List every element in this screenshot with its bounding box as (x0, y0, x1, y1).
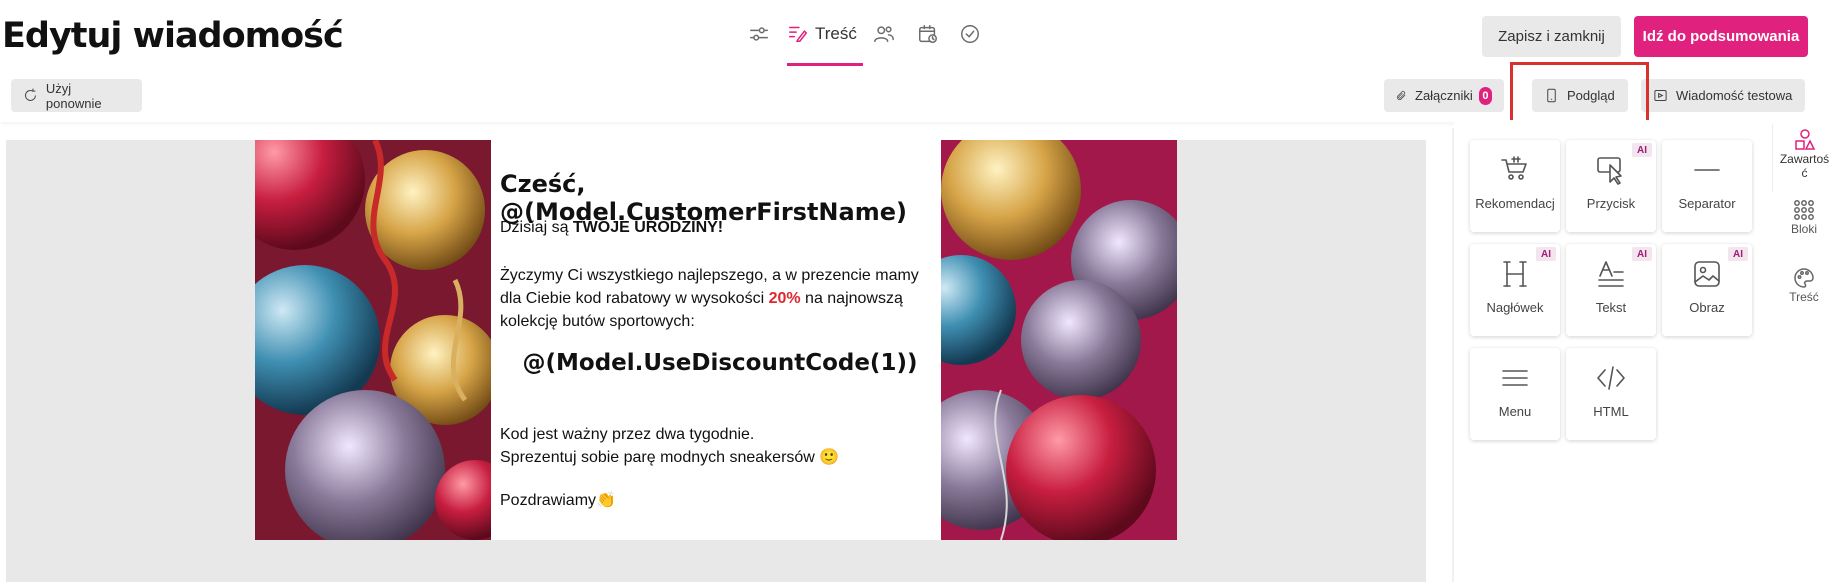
gift-line: Sprezentuj sobie parę modnych sneakersów… (500, 449, 840, 466)
block-tile-label: Obraz (1689, 300, 1725, 315)
edit-content-icon (789, 26, 808, 42)
sidenav-content-label-1: Zawartoś (1779, 152, 1830, 166)
wish-paragraph: Życzymy Ci wszystkiego najlepszego, a w … (500, 264, 940, 333)
sidenav-item-blocks[interactable]: Bloki (1772, 198, 1836, 248)
preview-highlight-box (1510, 62, 1649, 125)
palette-icon (1794, 268, 1814, 288)
ai-badge: AI (1536, 247, 1556, 261)
sidenav-style-label: Treść (1789, 290, 1819, 304)
paperclip-icon (1397, 91, 1406, 100)
cursor-icon (1597, 157, 1622, 185)
code-icon (1597, 366, 1625, 390)
block-tile-1[interactable]: Rekomendacj (1470, 140, 1560, 232)
email-preview[interactable]: Cześć, @(Model.CustomerFirstName) Dzisia… (255, 140, 1177, 540)
block-tile-label: Tekst (1595, 300, 1627, 315)
block-tile-label: Rekomendacj (1475, 196, 1555, 211)
test-send-icon (1654, 90, 1667, 101)
summary-step-icon[interactable] (956, 20, 984, 48)
wish-line-2-prefix: dla Ciebie kod rabatowy w wysokości (500, 290, 769, 307)
heading-icon (1503, 261, 1527, 287)
closing-line: Pozdrawiamy👏 (500, 492, 616, 509)
attachments-label: Załączniki (1415, 88, 1473, 103)
refresh-icon (25, 88, 36, 101)
block-tile-3[interactable]: Separator (1662, 140, 1752, 232)
blocks-panel: Rekomendacj Przycisk AI Separator Nagłówek AI… (1454, 120, 1772, 582)
tab-content-label: Treść (815, 24, 857, 43)
reuse-button[interactable]: Użyj ponownie (11, 79, 142, 112)
attachments-count-badge: 0 (1478, 86, 1492, 105)
go-to-summary-button[interactable]: Idź do podsumowania (1634, 16, 1808, 57)
block-tile-label: HTML (1593, 404, 1629, 419)
block-tile-2[interactable]: Przycisk AI (1566, 140, 1656, 232)
separator-icon (1694, 169, 1720, 171)
test-message-button[interactable]: Wiadomość testowa (1641, 79, 1805, 112)
discount-value: 20% (768, 290, 801, 307)
shapes-icon (1794, 129, 1815, 150)
validity-paragraph: Kod jest ważny przez dwa tygodnie. Sprez… (500, 423, 839, 469)
ai-badge: AI (1632, 143, 1652, 157)
app-window: Edytuj wiadomość Treść Zapisz i zamknij … (0, 0, 1836, 582)
audience-step-icon[interactable] (870, 20, 898, 48)
discount-code: @(Model.UseDiscountCode(1)) (522, 350, 918, 376)
email-body[interactable]: Cześć, @(Model.CustomerFirstName) Dzisia… (500, 140, 930, 540)
block-tile-5[interactable]: Tekst AI (1566, 244, 1656, 336)
text-icon (1598, 261, 1624, 287)
tab-content[interactable]: Treść (787, 18, 863, 66)
right-balloons-image (941, 140, 1177, 540)
birthday-line-prefix: Dzisiaj są (500, 219, 573, 236)
settings-step-icon[interactable] (745, 20, 773, 48)
cart-icon (1501, 156, 1527, 180)
side-navigation: Zawartoś ć Bloki Treść (1772, 120, 1836, 582)
birthday-line: Dzisiaj są TWOJE URODZINY! (500, 216, 723, 239)
wish-line-3: kolekcję butów sportowych: (500, 313, 695, 330)
block-tile-7[interactable]: Menu (1470, 348, 1560, 440)
image-icon (1694, 261, 1720, 287)
menu-icon (1502, 370, 1528, 386)
grid-icon (1794, 200, 1814, 220)
birthday-line-bold: TWOJE URODZINY! (572, 219, 724, 236)
wish-line-2-suffix: na najnowszą (800, 290, 903, 307)
sidenav-content-label-2: ć (1801, 166, 1808, 180)
block-tile-8[interactable]: HTML (1566, 348, 1656, 440)
sidenav-blocks-label: Bloki (1790, 222, 1817, 236)
reuse-label: Użyj ponownie (45, 80, 102, 111)
attachments-button[interactable]: Załączniki 0 (1384, 79, 1504, 112)
valid-line: Kod jest ważny przez dwa tygodnie. (500, 426, 755, 443)
ai-badge: AI (1632, 247, 1652, 261)
schedule-step-icon[interactable] (914, 20, 942, 48)
left-balloons-image (255, 140, 491, 540)
block-tile-label: Menu (1498, 404, 1532, 419)
ai-badge: AI (1728, 247, 1748, 261)
wish-line-1: Życzymy Ci wszystkiego najlepszego, a w … (500, 267, 919, 284)
sidenav-item-style[interactable]: Treść (1772, 266, 1836, 316)
block-tile-label: Nagłówek (1486, 300, 1544, 315)
block-tile-label: Separator (1678, 196, 1736, 211)
wish-line-2: dla Ciebie kod rabatowy w wysokości 20% … (500, 287, 940, 310)
sidenav-item-content[interactable]: Zawartoś ć (1772, 124, 1836, 192)
block-tile-6[interactable]: Obraz AI (1662, 244, 1752, 336)
block-tile-label: Przycisk (1586, 196, 1636, 211)
save-and-close-button[interactable]: Zapisz i zamknij (1482, 16, 1621, 57)
block-tile-4[interactable]: Nagłówek AI (1470, 244, 1560, 336)
page-title: Edytuj wiadomość (2, 16, 344, 56)
test-message-label: Wiadomość testowa (1676, 88, 1793, 103)
